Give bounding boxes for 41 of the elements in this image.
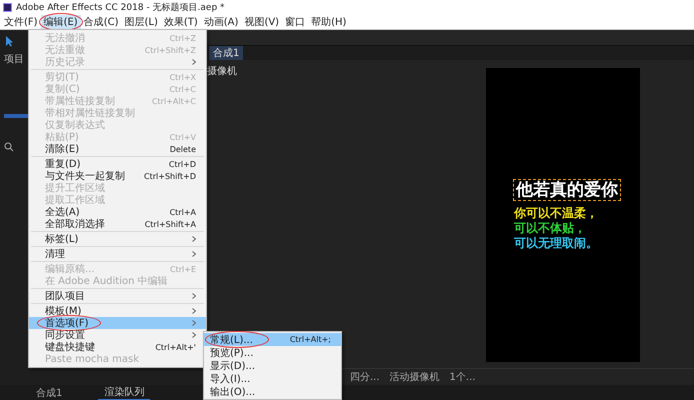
- pointer-tool-icon[interactable]: [4, 35, 14, 47]
- window-title: Adobe After Effects CC 2018 - 无标题项目.aep *: [16, 2, 225, 14]
- search-icon[interactable]: [4, 142, 14, 152]
- panel-tab[interactable]: 渲染队列: [98, 384, 150, 400]
- caption-text: 你可以不温柔，: [514, 207, 599, 221]
- menu-bar-item[interactable]: 文件(F): [1, 14, 41, 28]
- viewer-dropdown[interactable]: 四分...: [350, 370, 380, 384]
- menu-bar-item[interactable]: 视图(V): [241, 14, 282, 28]
- panel-tab[interactable]: 合成1: [30, 386, 68, 400]
- menu-bar-item[interactable]: 帮助(H): [308, 14, 350, 28]
- menu-item[interactable]: 重复(D) Ctrl+D: [29, 158, 206, 170]
- menu-item[interactable]: 全部取消选择 Ctrl+Shift+A: [29, 218, 206, 230]
- menu-bar-item[interactable]: 动画(A): [200, 14, 242, 28]
- menu-item[interactable]: 清理: [29, 248, 206, 260]
- menu-bar-item[interactable]: 编辑(E): [40, 14, 81, 28]
- menu-item[interactable]: 首选项(F): [29, 317, 206, 329]
- composition-tab[interactable]: 合成1: [209, 46, 244, 60]
- menu-item[interactable]: 键盘快捷键 Ctrl+Alt+': [29, 341, 206, 353]
- menu-item[interactable]: 同步设置: [29, 329, 206, 341]
- menu-item[interactable]: 输出(O)...: [204, 385, 341, 398]
- menu-bar-item[interactable]: 图层(L): [121, 14, 161, 28]
- caption-text: 可以不体贴，: [514, 222, 587, 236]
- menu-item[interactable]: 全选(A) Ctrl+A: [29, 206, 206, 218]
- menu-bar-item[interactable]: 效果(T): [160, 14, 201, 28]
- menu-item[interactable]: 显示(D)...: [204, 359, 341, 372]
- camera-label: 摄像机: [206, 64, 238, 78]
- caption-text: 他若真的爱你: [516, 180, 618, 200]
- app-logo-icon: [3, 2, 12, 12]
- caption-text: 可以无理取闹。: [514, 236, 599, 250]
- menu-item[interactable]: 模板(M): [29, 305, 206, 317]
- menu-item[interactable]: 清除(E) Delete: [29, 143, 206, 155]
- menu-item[interactable]: 与文件夹一起复制 Ctrl+Shift+D: [29, 170, 206, 182]
- menu-item[interactable]: 预览(P)...: [204, 346, 341, 359]
- viewer-dropdown[interactable]: 活动摄像机: [390, 370, 440, 384]
- menu-item[interactable]: 团队项目: [29, 290, 206, 302]
- menu-bar-item[interactable]: 合成(C): [80, 14, 122, 28]
- menu-item[interactable]: 标签(L): [29, 233, 206, 245]
- viewer-dropdown[interactable]: 1个...: [450, 370, 476, 384]
- menu-item[interactable]: 常规(L)... Ctrl+Alt+;: [204, 333, 341, 346]
- menu-item[interactable]: 导入(I)...: [204, 372, 341, 385]
- menu-bar-item[interactable]: 窗口: [282, 14, 308, 28]
